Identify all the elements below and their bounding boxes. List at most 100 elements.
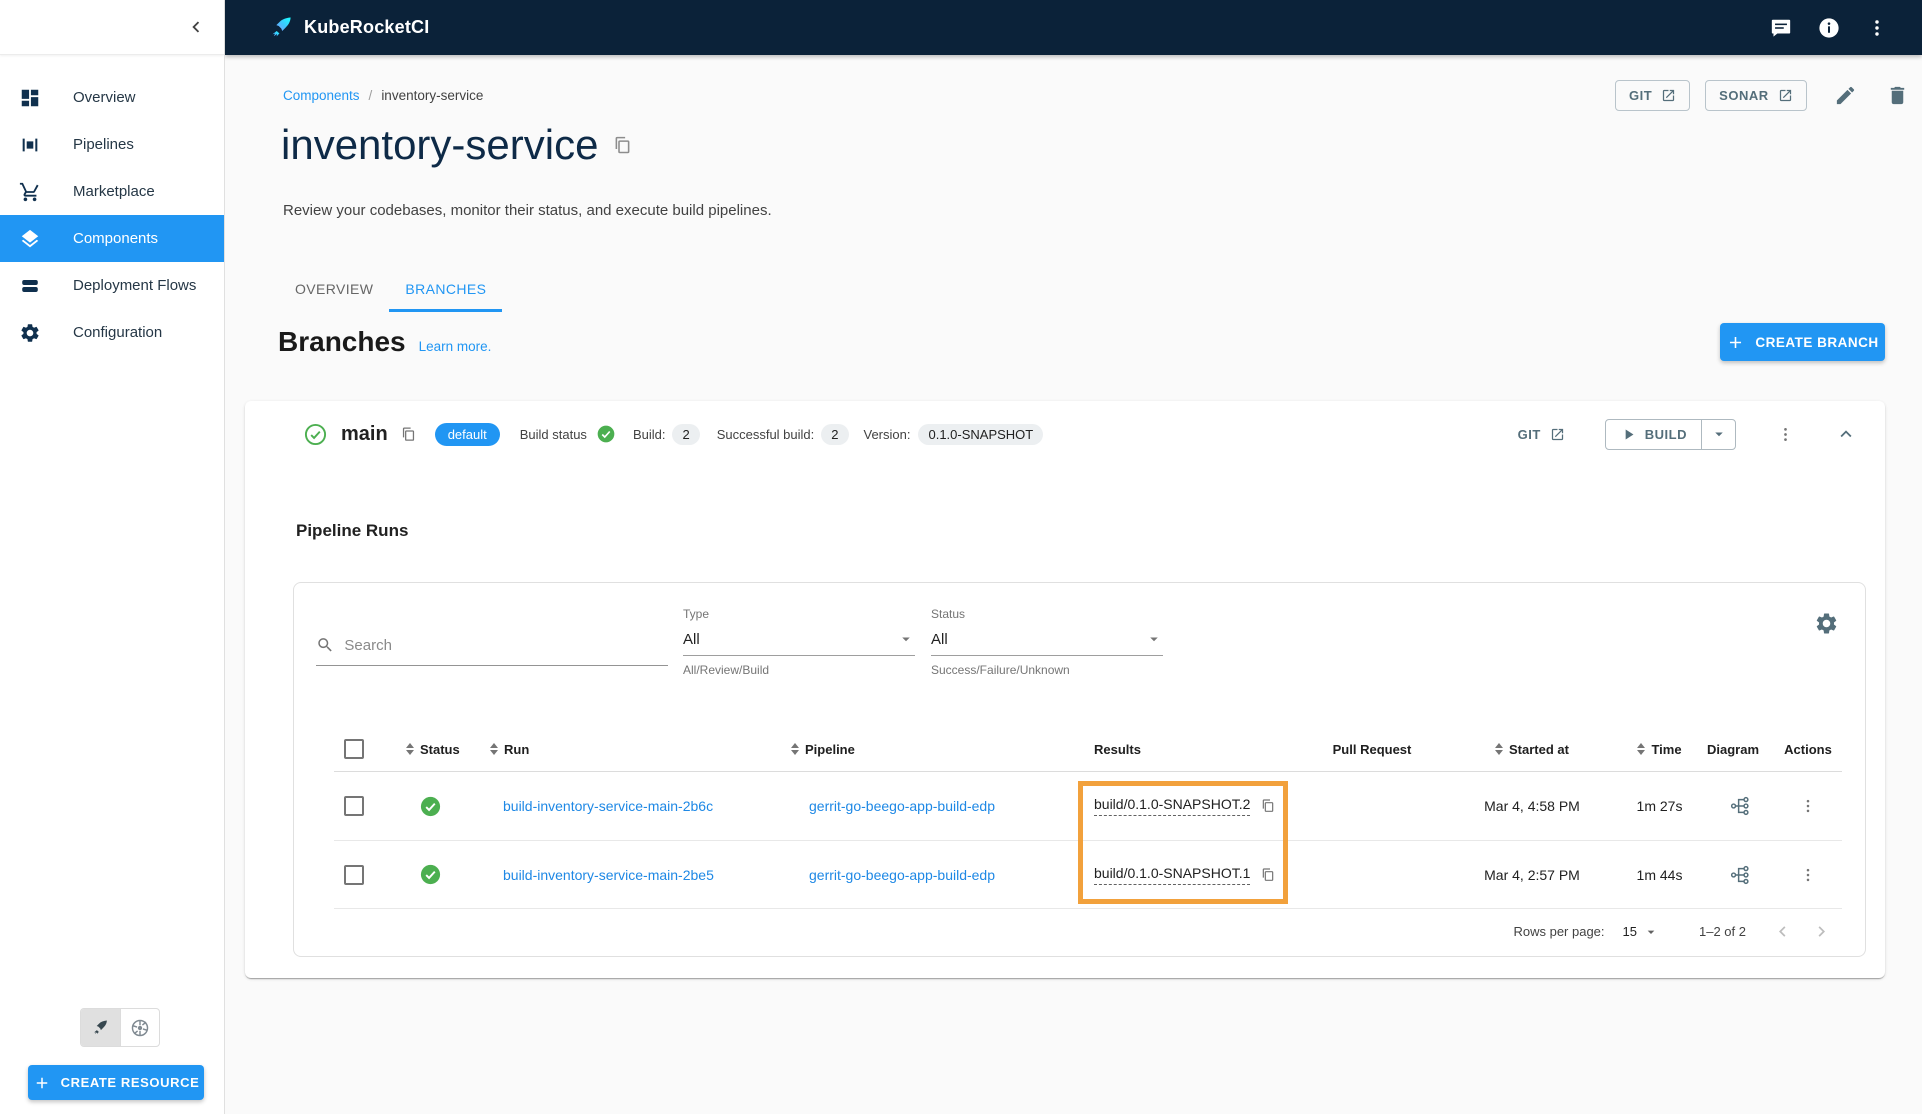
- main-content: Components / inventory-service GIT SONAR…: [225, 55, 1922, 1114]
- sort-icon: [1637, 743, 1646, 755]
- branch-git-button[interactable]: GIT: [1518, 427, 1565, 442]
- next-page-icon[interactable]: [1811, 921, 1832, 942]
- sidebar-item-label: Configuration: [73, 324, 163, 341]
- sidebar-item-marketplace[interactable]: Marketplace: [0, 168, 224, 215]
- sidebar-item-configuration[interactable]: Configuration: [0, 309, 224, 356]
- collapse-accordion-icon[interactable]: [1835, 423, 1857, 445]
- sidebar: Overview Pipelines Marketplace Component…: [0, 0, 225, 1114]
- column-header-pipeline[interactable]: Pipeline: [791, 742, 1094, 757]
- kubernetes-view-toggle-button[interactable]: [119, 1009, 159, 1046]
- edit-pencil-icon[interactable]: [1834, 84, 1858, 108]
- copy-icon[interactable]: [1260, 798, 1276, 814]
- kebab-menu-icon[interactable]: [1866, 17, 1888, 39]
- pipelines-icon: [19, 134, 41, 156]
- started-at-cell: Mar 4, 2:57 PM: [1484, 866, 1580, 883]
- branch-card: main default Build status Build: 2 Succe…: [245, 401, 1885, 978]
- column-header-started-at[interactable]: Started at: [1452, 742, 1612, 757]
- gear-icon: [19, 322, 41, 344]
- column-header-run[interactable]: Run: [490, 742, 791, 757]
- breadcrumb-components-link[interactable]: Components: [283, 88, 360, 103]
- diagram-icon[interactable]: [1707, 864, 1772, 886]
- rows-per-page-select[interactable]: 15: [1623, 924, 1659, 940]
- view-mode-toggle: [80, 1008, 160, 1047]
- header-actions: GIT SONAR: [1615, 80, 1910, 111]
- tab-overview[interactable]: OVERVIEW: [279, 265, 389, 312]
- sidebar-item-label: Pipelines: [73, 136, 134, 153]
- row-checkbox[interactable]: [344, 796, 364, 816]
- sonar-button[interactable]: SONAR: [1705, 80, 1807, 111]
- build-status-success-icon: [596, 424, 616, 444]
- page-subtitle: Review your codebases, monitor their sta…: [283, 202, 772, 219]
- row-checkbox[interactable]: [344, 864, 364, 885]
- previous-page-icon[interactable]: [1772, 921, 1793, 942]
- branch-git-label: GIT: [1517, 426, 1541, 442]
- type-filter-label: Type: [683, 607, 710, 621]
- sidebar-collapse-button[interactable]: [182, 13, 210, 41]
- topbar: KubeRocketCI: [225, 0, 1922, 55]
- app-window: Overview Pipelines Marketplace Component…: [0, 0, 1922, 1114]
- column-header-time[interactable]: Time: [1612, 742, 1707, 757]
- diagram-icon[interactable]: [1707, 795, 1772, 817]
- build-button-label: BUILD: [1644, 426, 1687, 442]
- pagination-nav: [1772, 921, 1832, 942]
- sidebar-item-label: Marketplace: [73, 183, 155, 200]
- run-link[interactable]: build-inventory-service-main-2be5: [503, 867, 714, 883]
- build-dropdown-button[interactable]: [1701, 419, 1735, 449]
- search-input[interactable]: [344, 636, 668, 654]
- column-header-pull-request: Pull Request: [1332, 741, 1412, 757]
- sidebar-item-label: Deployment Flows: [73, 277, 197, 294]
- result-link[interactable]: build/0.1.0-SNAPSHOT.2: [1094, 796, 1251, 816]
- create-resource-button[interactable]: CREATE RESOURCE: [28, 1065, 204, 1100]
- pipeline-link[interactable]: gerrit-go-beego-app-build-edp: [809, 798, 995, 814]
- copy-icon[interactable]: [400, 426, 417, 443]
- cart-icon: [19, 181, 41, 203]
- rocket-view-toggle-button[interactable]: [81, 1009, 120, 1046]
- topbar-actions: [1770, 17, 1888, 39]
- pipeline-link[interactable]: gerrit-go-beego-app-build-edp: [809, 867, 995, 883]
- sort-icon: [406, 743, 414, 755]
- breadcrumb: Components / inventory-service: [283, 88, 483, 103]
- sidebar-item-overview[interactable]: Overview: [0, 74, 224, 121]
- caret-down-icon: [1647, 930, 1655, 934]
- row-actions-kebab-icon[interactable]: [1772, 797, 1844, 815]
- git-button[interactable]: GIT: [1615, 80, 1691, 111]
- column-header-diagram: Diagram: [1707, 741, 1760, 757]
- learn-more-link[interactable]: Learn more.: [419, 339, 492, 354]
- chat-icon[interactable]: [1770, 17, 1792, 39]
- select-all-checkbox[interactable]: [344, 739, 364, 759]
- sidebar-item-deployment-flows[interactable]: Deployment Flows: [0, 262, 224, 309]
- successful-build-label: Successful build:: [716, 426, 815, 442]
- delete-trash-icon[interactable]: [1886, 84, 1910, 108]
- type-filter-select[interactable]: All: [683, 630, 915, 656]
- app-title: KubeRocketCI: [304, 17, 430, 37]
- layers-icon: [19, 228, 41, 250]
- create-branch-label: CREATE BRANCH: [1755, 334, 1879, 350]
- rows-per-page-label: Rows per page:: [1513, 924, 1605, 939]
- external-link-icon: [1663, 89, 1675, 102]
- table-pagination: Rows per page: 15 1–2 of 2: [294, 907, 1865, 956]
- default-branch-chip: default: [434, 422, 500, 446]
- sidebar-item-pipelines[interactable]: Pipelines: [0, 121, 224, 168]
- time-cell: 1m 44s: [1636, 866, 1683, 883]
- branch-kebab-menu-icon[interactable]: [1776, 425, 1795, 444]
- git-button-label: GIT: [1629, 88, 1653, 103]
- build-button[interactable]: BUILD: [1606, 420, 1701, 449]
- copy-icon[interactable]: [1260, 867, 1276, 883]
- sort-icon: [1495, 743, 1504, 755]
- version-badge: 0.1.0-SNAPSHOT: [918, 423, 1044, 445]
- column-header-status[interactable]: Status: [406, 742, 490, 757]
- sidebar-item-components[interactable]: Components: [0, 215, 224, 262]
- table-settings-gear-icon[interactable]: [1814, 611, 1839, 636]
- status-filter-select[interactable]: All: [931, 630, 1163, 656]
- run-link[interactable]: build-inventory-service-main-2b6c: [503, 798, 713, 814]
- tab-branches[interactable]: BRANCHES: [389, 265, 503, 312]
- status-filter-helper: Success/Failure/Unknown: [931, 663, 1070, 677]
- row-actions-kebab-icon[interactable]: [1772, 866, 1844, 884]
- copy-icon[interactable]: [612, 135, 633, 156]
- rocket-icon: [94, 1020, 108, 1034]
- type-filter: Type All All/Review/Build: [683, 607, 915, 677]
- create-branch-button[interactable]: CREATE BRANCH: [1720, 323, 1885, 361]
- pipeline-runs-panel: Type All All/Review/Build Status All Suc…: [293, 582, 1866, 957]
- info-icon[interactable]: [1818, 17, 1840, 39]
- result-link[interactable]: build/0.1.0-SNAPSHOT.1: [1094, 865, 1251, 885]
